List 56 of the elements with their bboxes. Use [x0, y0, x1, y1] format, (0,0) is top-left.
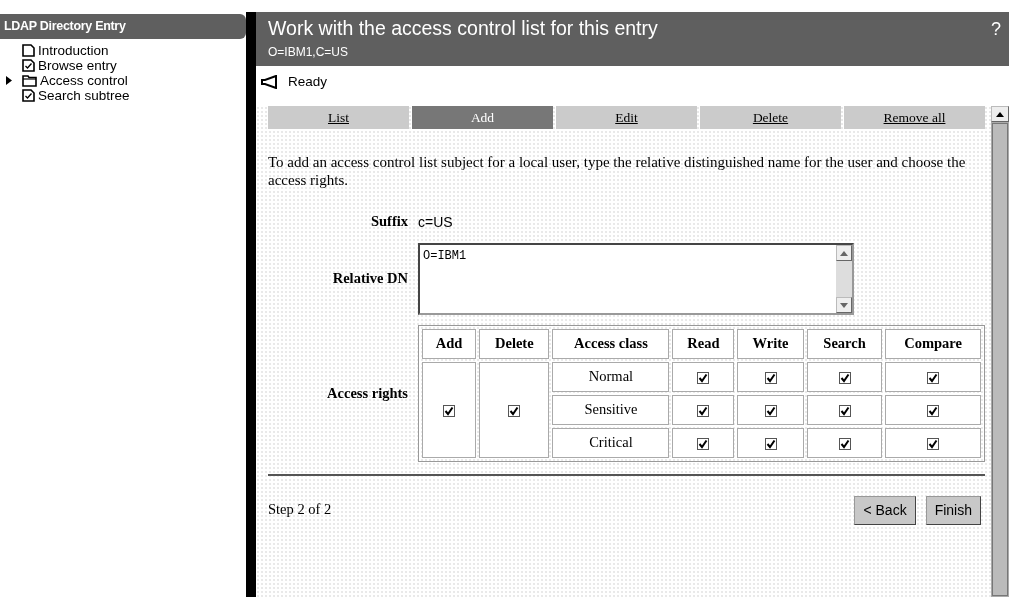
sidebar-item[interactable]: Introduction	[38, 42, 109, 58]
document-icon	[22, 43, 35, 57]
checkbox[interactable]	[927, 437, 940, 450]
tab[interactable]: List	[268, 106, 409, 130]
folder-icon	[22, 73, 37, 87]
column-header: Read	[672, 329, 735, 359]
checkbox[interactable]	[764, 437, 777, 450]
relative-dn-label: Relative DN	[331, 269, 408, 289]
wizard-button[interactable]: Finish	[925, 495, 981, 525]
scrollbar[interactable]	[991, 106, 1009, 597]
step-text: Step 2 of 2	[268, 500, 332, 520]
checkbox[interactable]	[764, 404, 777, 417]
table-cell: Normal	[552, 361, 670, 392]
relative-dn-field[interactable]: O=IBM1	[418, 243, 854, 315]
checkbox[interactable]	[443, 404, 456, 417]
column-header: Compare	[885, 329, 981, 359]
instructions-text: To add an access control list subject for a local user, type the relative distinguished name for the user and choose the access rights.	[268, 153, 967, 190]
column-header: Access class	[552, 329, 670, 359]
column-header: Write	[737, 329, 804, 359]
access-rights-label: Access rights	[326, 383, 408, 403]
tab[interactable]: Remove all	[844, 106, 985, 130]
tab[interactable]: Edit	[556, 106, 697, 130]
sidebar-title: LDAP Directory Entry	[0, 14, 246, 39]
entry-subtitle: O=IBM1,C=US	[268, 44, 350, 61]
checkbox[interactable]	[697, 437, 710, 450]
checkbox[interactable]	[697, 404, 710, 417]
column-header: Search	[806, 329, 883, 359]
sidebar-item[interactable]: Search subtree	[38, 87, 130, 103]
checkbox[interactable]	[927, 371, 940, 384]
checkbox[interactable]	[838, 437, 851, 450]
table-cell: Sensitive	[552, 394, 670, 425]
checkbox[interactable]	[838, 371, 851, 384]
help-button[interactable]: ?	[991, 16, 1001, 61]
page-title: Work with the access control list for this entry	[268, 16, 658, 40]
column-header: Add	[422, 329, 477, 359]
status-text: Ready	[288, 73, 328, 91]
checked-document-icon	[22, 58, 35, 72]
table-cell: Critical	[552, 427, 670, 458]
tab[interactable]: Add	[412, 106, 553, 130]
checked-document-icon	[22, 88, 35, 102]
checkbox[interactable]	[764, 371, 777, 384]
checkbox[interactable]	[927, 404, 940, 417]
tab[interactable]: Delete	[700, 106, 841, 130]
checkbox[interactable]	[508, 404, 521, 417]
expand-arrow-icon[interactable]	[6, 75, 12, 85]
scroll-up-icon[interactable]	[996, 111, 1004, 117]
column-header: Delete	[479, 329, 550, 359]
sidebar-item[interactable]: Browse entry	[38, 57, 117, 73]
suffix-label: Suffix	[369, 212, 408, 232]
megaphone-icon	[260, 75, 278, 90]
scroll-down-icon[interactable]	[840, 302, 848, 308]
checkbox[interactable]	[697, 371, 710, 384]
sidebar-item[interactable]: Access control	[40, 72, 128, 88]
checkbox[interactable]	[838, 404, 851, 417]
wizard-button[interactable]: < Back	[854, 495, 916, 525]
suffix-value: c=US	[418, 212, 454, 232]
